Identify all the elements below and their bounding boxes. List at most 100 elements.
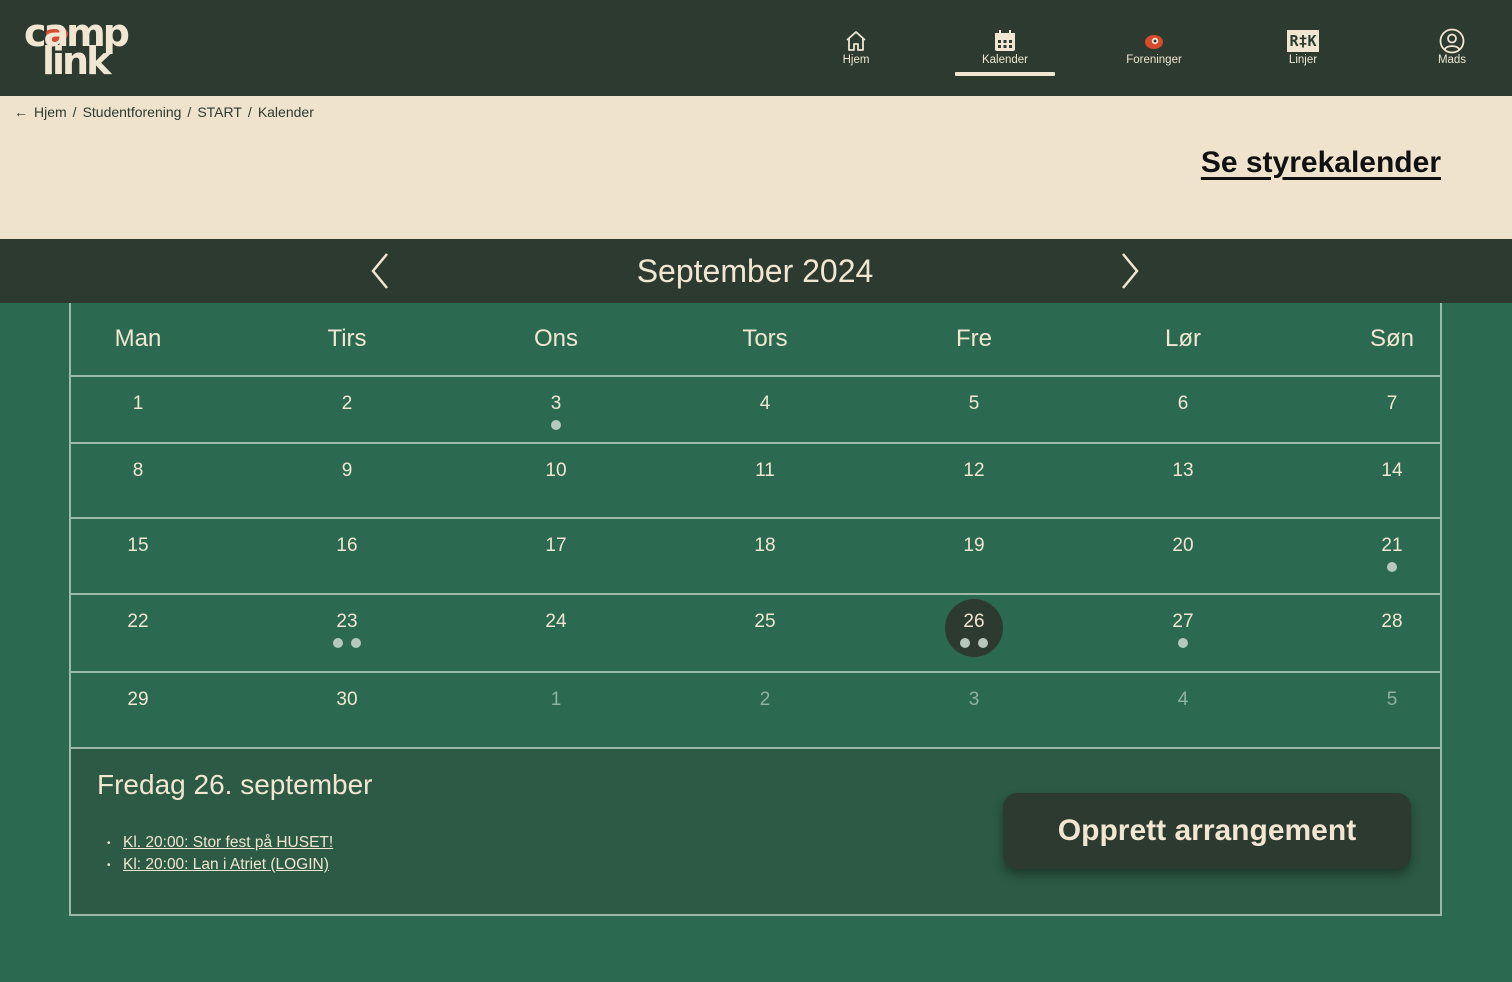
calendar-day-cell[interactable]: 5 — [936, 377, 1012, 451]
foreninger-icon — [1140, 28, 1168, 54]
calendar-day-cell[interactable]: 22 — [100, 595, 176, 669]
day-number: 23 — [336, 611, 358, 632]
calendar-day-cell[interactable]: 28 — [1354, 595, 1430, 669]
bullet-icon: • — [107, 859, 111, 871]
logo-text-line2: link — [42, 39, 111, 83]
nav-item-hjem[interactable]: Hjem — [806, 0, 906, 96]
calendar-day-cell[interactable]: 8 — [100, 444, 176, 518]
calendar-day-cell[interactable]: 17 — [518, 519, 594, 593]
day-number: 3 — [968, 689, 980, 710]
day-number: 8 — [132, 460, 144, 481]
calendar-day-cell[interactable]: 2 — [309, 377, 385, 451]
calendar-day-cell[interactable]: 3 — [518, 377, 594, 451]
calendar-day-cell[interactable]: 19 — [936, 519, 1012, 593]
calendar-day-cell[interactable]: 25 — [727, 595, 803, 669]
camplink-logo[interactable]: camp link — [24, 14, 164, 80]
prev-month-button[interactable] — [362, 251, 398, 291]
calendar-day-cell[interactable]: 11 — [727, 444, 803, 518]
calendar-day-cell[interactable]: 14 — [1354, 444, 1430, 518]
calendar-day-cell[interactable]: 16 — [309, 519, 385, 593]
event-link[interactable]: Kl: 20:00: Lan i Atriet (LOGIN) — [123, 856, 329, 874]
calendar-day-cell[interactable]: 7 — [1354, 377, 1430, 451]
event-item: • Kl. 20:00: Stor fest på HUSET! — [107, 834, 333, 852]
day-number: 3 — [550, 393, 562, 414]
day-number: 4 — [1177, 689, 1189, 710]
create-event-button[interactable]: Opprett arrangement — [1003, 793, 1411, 869]
weekday-ons: Ons — [533, 325, 579, 352]
day-number: 11 — [755, 460, 775, 481]
calendar-day-cell[interactable]: 9 — [309, 444, 385, 518]
linjer-icon: R‡K — [1287, 30, 1319, 52]
breadcrumb-item-kalender: Kalender — [257, 104, 314, 120]
calendar-day-cell[interactable]: 6 — [1145, 377, 1221, 451]
event-dot-icon — [351, 638, 361, 648]
calendar-day-cell[interactable]: 26 — [936, 595, 1012, 669]
calendar-day-cell[interactable]: 5 — [1354, 673, 1430, 747]
calendar-day-cell[interactable]: 3 — [936, 673, 1012, 747]
calendar-day-cell[interactable]: 4 — [727, 377, 803, 451]
event-list: • Kl. 20:00: Stor fest på HUSET! • Kl: 20:… — [107, 834, 333, 878]
calendar-day-cell[interactable]: 23 — [309, 595, 385, 669]
nav-label-hjem: Hjem — [842, 54, 870, 66]
calendar-day-cell[interactable]: 29 — [100, 673, 176, 747]
calendar-day-cell[interactable]: 10 — [518, 444, 594, 518]
day-number: 21 — [1381, 535, 1403, 556]
day-number: 2 — [341, 393, 353, 414]
event-link[interactable]: Kl. 20:00: Stor fest på HUSET! — [123, 834, 333, 852]
selected-day-title: Fredag 26. september — [97, 769, 373, 800]
next-month-button[interactable] — [1112, 251, 1148, 291]
event-dot-icon — [551, 420, 561, 430]
nav-item-mads[interactable]: Mads — [1402, 0, 1502, 96]
day-number: 5 — [1386, 689, 1398, 710]
breadcrumb: ← Hjem / Studentforening / START / Kalen… — [14, 104, 314, 120]
day-number: 27 — [1172, 611, 1194, 632]
day-number: 9 — [341, 460, 353, 481]
nav-item-linjer[interactable]: R‡K Linjer — [1253, 0, 1353, 96]
event-dot-icon — [978, 638, 988, 648]
calendar-day-cell[interactable]: 12 — [936, 444, 1012, 518]
active-tab-indicator — [955, 72, 1055, 76]
calendar-day-cell[interactable]: 18 — [727, 519, 803, 593]
calendar-day-cell[interactable]: 24 — [518, 595, 594, 669]
weekday-fre: Fre — [956, 325, 992, 352]
day-number: 7 — [1386, 393, 1398, 414]
breadcrumb-item-studentforening[interactable]: Studentforening — [83, 104, 182, 120]
calendar-day-cell[interactable]: 13 — [1145, 444, 1221, 518]
nav-label-kalender: Kalender — [981, 54, 1029, 66]
weekday-header: Man Tirs Ons Tors Fre Lør Søn — [71, 303, 1440, 377]
weekday-lor: Lør — [1165, 325, 1201, 352]
weekday-man: Man — [114, 325, 162, 352]
breadcrumb-item-start[interactable]: START — [197, 104, 242, 120]
calendar-day-cell[interactable]: 2 — [727, 673, 803, 747]
breadcrumb-item-hjem[interactable]: Hjem — [34, 104, 67, 120]
weekday-tirs: Tirs — [327, 325, 367, 352]
calendar-day-cell[interactable]: 30 — [309, 673, 385, 747]
top-navigation-bar: camp link Hjem Kalender Foreninger R‡K L… — [0, 0, 1512, 96]
calendar-day-cell[interactable]: 1 — [518, 673, 594, 747]
calendar-day-cell[interactable]: 4 — [1145, 673, 1221, 747]
day-number: 28 — [1381, 611, 1403, 632]
day-number: 24 — [545, 611, 567, 632]
day-number: 5 — [968, 393, 980, 414]
calendar-day-cell[interactable]: 20 — [1145, 519, 1221, 593]
calendar-day-cell[interactable]: 21 — [1354, 519, 1430, 593]
nav-item-kalender[interactable]: Kalender — [955, 0, 1055, 96]
month-title: September 2024 — [636, 253, 874, 289]
chevron-right-icon — [1122, 253, 1139, 289]
day-number: 22 — [127, 611, 149, 632]
back-arrow-icon[interactable]: ← — [14, 104, 28, 120]
event-dot-icon — [333, 638, 343, 648]
day-number: 2 — [759, 689, 771, 710]
calendar-day-cell[interactable]: 15 — [100, 519, 176, 593]
calendar-day-cell[interactable]: 1 — [100, 377, 176, 451]
day-number: 1 — [132, 393, 144, 414]
day-number: 20 — [1172, 535, 1194, 556]
day-number: 4 — [759, 393, 771, 414]
weekday-son: Søn — [1369, 325, 1415, 352]
event-dot-icon — [1387, 562, 1397, 572]
nav-item-foreninger[interactable]: Foreninger — [1104, 0, 1204, 96]
calendar-day-cell[interactable]: 27 — [1145, 595, 1221, 669]
event-indicators — [309, 638, 385, 648]
styrekalender-link[interactable]: Se styrekalender — [1201, 146, 1441, 180]
header-band: ← Hjem / Studentforening / START / Kalen… — [0, 96, 1512, 239]
